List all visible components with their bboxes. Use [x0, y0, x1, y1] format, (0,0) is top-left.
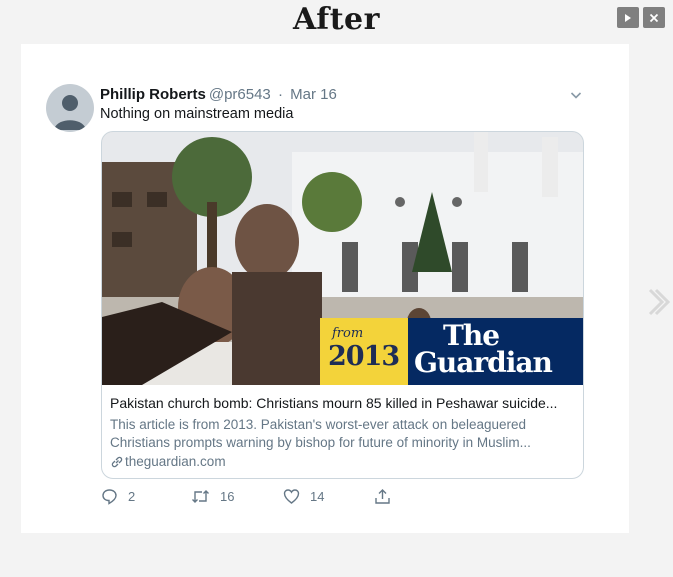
- tweet-card: Phillip Roberts @pr6543 · Mar 16 Nothing …: [21, 44, 629, 533]
- link-preview-card[interactable]: from 2013 The Guardian Pakistan church b…: [101, 131, 584, 479]
- badge-year-label: 2013: [328, 341, 400, 372]
- retweet-count: 16: [220, 489, 235, 504]
- link-icon: [111, 456, 123, 467]
- play-button[interactable]: [617, 7, 639, 28]
- share-button[interactable]: [374, 488, 401, 505]
- heart-icon: [283, 489, 300, 504]
- badge-brand-name: Guardian: [414, 346, 553, 379]
- like-count: 14: [310, 489, 325, 504]
- reply-count: 2: [128, 489, 136, 504]
- publisher-badge: The Guardian: [408, 318, 583, 385]
- header-separator: ·: [277, 86, 283, 103]
- article-title: Pakistan church bomb: Christians mourn 8…: [110, 395, 558, 411]
- reply-button[interactable]: 2: [101, 488, 135, 505]
- badge-from-label: from: [332, 326, 364, 341]
- retweet-icon: [192, 490, 209, 503]
- share-icon: [375, 489, 390, 504]
- article-description: This article is from 2013. Pakistan's wo…: [110, 417, 531, 450]
- year-badge: from 2013: [320, 318, 408, 385]
- close-button[interactable]: [643, 7, 665, 28]
- link-preview-meta: Pakistan church bomb: Christians mourn 8…: [110, 394, 575, 469]
- like-button[interactable]: 14: [283, 488, 324, 505]
- avatar[interactable]: [46, 84, 94, 132]
- default-avatar-icon: [54, 95, 86, 130]
- next-arrow-icon[interactable]: [646, 287, 670, 317]
- page-heading: After: [293, 2, 380, 37]
- close-icon: [649, 13, 659, 22]
- play-icon: [625, 13, 631, 22]
- tweet-actions: 2 16 14: [101, 488, 401, 510]
- article-domain: theguardian.com: [125, 454, 226, 469]
- tweet-date[interactable]: Mar 16: [290, 86, 337, 103]
- reply-icon: [102, 489, 117, 505]
- tweet-header: Phillip Roberts @pr6543 · Mar 16: [100, 86, 337, 103]
- tweet-text: Nothing on mainstream media: [100, 106, 294, 122]
- author-name[interactable]: Phillip Roberts: [100, 86, 206, 103]
- article-domain-row: theguardian.com: [110, 454, 575, 469]
- retweet-button[interactable]: 16: [191, 488, 234, 505]
- author-handle[interactable]: @pr6543: [209, 86, 271, 103]
- chevron-down-icon[interactable]: [569, 88, 583, 102]
